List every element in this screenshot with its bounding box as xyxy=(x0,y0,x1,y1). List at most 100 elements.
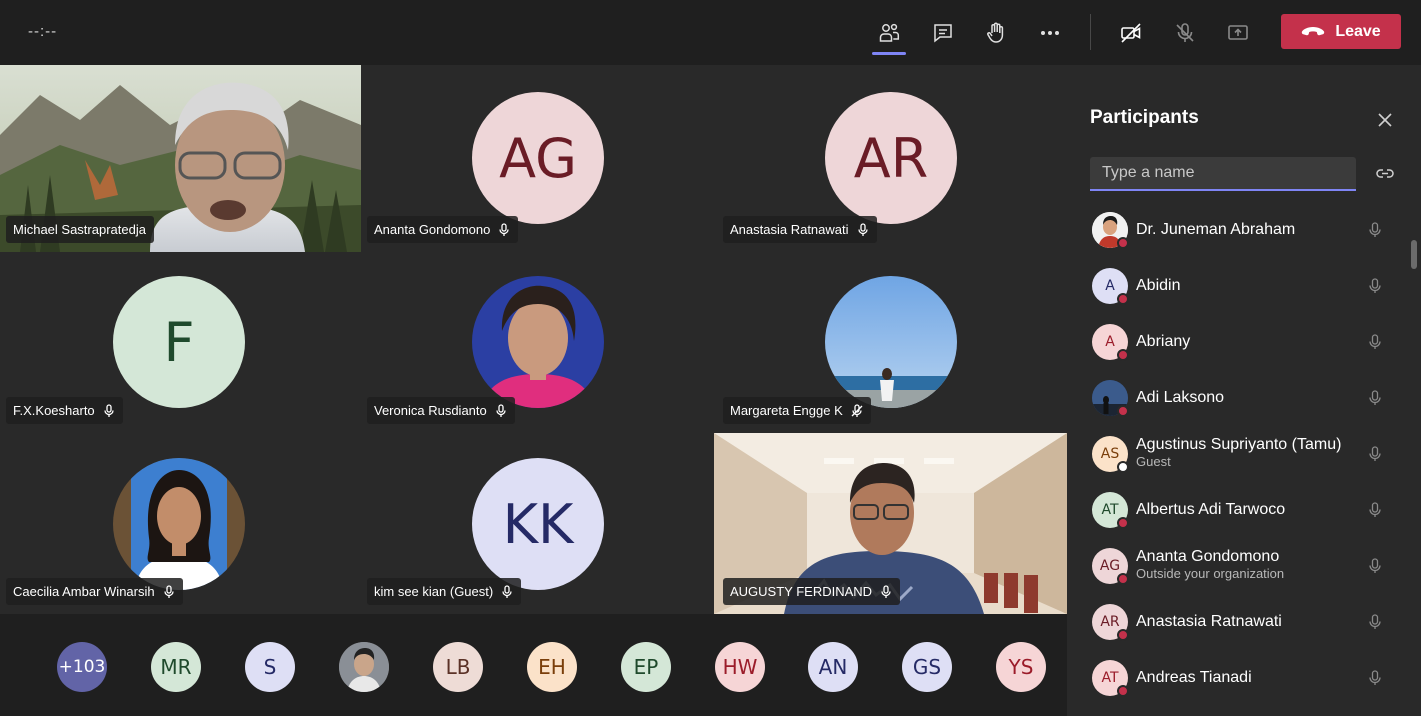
participant-tile[interactable]: AR Anastasia Ratnawati xyxy=(714,65,1067,252)
mic-icon xyxy=(104,403,114,417)
mic-icon xyxy=(1369,222,1381,237)
share-invite-icon[interactable] xyxy=(1375,164,1395,184)
participant-tile[interactable]: Veronica Rusdianto xyxy=(361,252,714,433)
strip-avatar[interactable]: MR xyxy=(151,642,201,692)
share-screen-icon xyxy=(1228,25,1248,40)
participant-row[interactable]: AS Agustinus Supriyanto (Tamu) Guest xyxy=(1067,426,1407,482)
participant-row[interactable]: AT Andreas Tianadi xyxy=(1067,650,1407,706)
chat-button[interactable] xyxy=(926,16,960,50)
participant-row[interactable]: AG Ananta Gondomono Outside your organiz… xyxy=(1067,538,1407,594)
participant-avatar: AG xyxy=(472,92,604,224)
strip-avatar[interactable]: LB xyxy=(433,642,483,692)
strip-avatar[interactable]: S xyxy=(245,642,295,692)
participant-name: Dr. Juneman Abraham xyxy=(1136,221,1296,238)
participant-name: Michael Sastrapratedja xyxy=(13,222,146,237)
participant-name-tag: kim see kian (Guest) xyxy=(367,578,522,605)
participant-name-tag: F.X.Koesharto xyxy=(6,397,123,424)
status-busy-icon xyxy=(1117,517,1129,529)
more-actions-button[interactable] xyxy=(1033,16,1067,50)
participant-tile[interactable]: Michael Sastrapratedja xyxy=(0,65,361,252)
mic-icon xyxy=(1369,278,1381,293)
participant-name-tag: Anastasia Ratnawati xyxy=(723,216,877,243)
hang-up-icon xyxy=(1302,26,1325,35)
participant-name: AUGUSTY FERDINAND xyxy=(730,584,873,599)
strip-avatar[interactable]: EH xyxy=(527,642,577,692)
mic-icon xyxy=(1369,446,1381,461)
participant-name: Andreas Tianadi xyxy=(1136,669,1252,686)
participant-name: Anastasia Ratnawati xyxy=(1136,613,1282,630)
participant-name-tag: Veronica Rusdianto xyxy=(367,397,515,424)
close-icon[interactable] xyxy=(1375,110,1395,130)
video-grid: Michael Sastrapratedja AG Ananta Gondomo… xyxy=(0,65,1067,614)
participant-name: Albertus Adi Tarwoco xyxy=(1136,501,1286,518)
status-busy-icon xyxy=(1117,685,1129,697)
participant-name-tag: Margareta Engge K xyxy=(723,397,871,424)
participants-panel: Participants Dr. Juneman Abraham A Abidi… xyxy=(1067,65,1421,716)
leave-label: Leave xyxy=(1335,22,1381,40)
strip-avatar[interactable]: HW xyxy=(715,642,765,692)
participant-name: Ananta Gondomono xyxy=(374,222,491,237)
participant-row[interactable]: Adi Laksono xyxy=(1067,370,1407,426)
raise-hand-icon xyxy=(987,22,1004,43)
participant-row[interactable]: AR Anastasia Ratnawati xyxy=(1067,594,1407,650)
participant-search-input[interactable] xyxy=(1090,157,1356,191)
mic-icon xyxy=(881,584,891,598)
participant-name-tag: Ananta Gondomono xyxy=(367,216,519,243)
mic-off-icon xyxy=(1176,23,1194,42)
participants-button[interactable] xyxy=(872,16,906,55)
status-busy-icon xyxy=(1117,293,1129,305)
raise-hand-button[interactable] xyxy=(979,16,1013,50)
participant-tile[interactable]: Margareta Engge K xyxy=(714,252,1067,433)
participant-row[interactable]: AT Albertus Adi Tarwoco xyxy=(1067,482,1407,538)
participant-tile[interactable]: KK kim see kian (Guest) xyxy=(361,433,714,614)
participant-name: Margareta Engge K xyxy=(730,403,843,418)
participant-name: Adi Laksono xyxy=(1136,389,1225,406)
participant-name: Agustinus Supriyanto (Tamu) xyxy=(1136,436,1342,453)
participant-tile[interactable]: AG Ananta Gondomono xyxy=(361,65,714,252)
avatar-photo xyxy=(339,642,389,692)
participant-tile[interactable]: Caecilia Ambar Winarsih xyxy=(0,433,361,614)
strip-avatar[interactable]: AN xyxy=(808,642,858,692)
status-busy-icon xyxy=(1117,573,1129,585)
status-busy-icon xyxy=(1117,629,1129,641)
participant-avatar xyxy=(825,276,957,408)
participant-tile[interactable]: AUGUSTY FERDINAND xyxy=(714,433,1067,614)
mic-icon xyxy=(857,222,868,236)
meeting-toolbar: --:-- Leave xyxy=(0,0,1421,64)
toolbar-divider xyxy=(1090,14,1091,50)
strip-avatar[interactable]: EP xyxy=(621,642,671,692)
mic-icon xyxy=(1369,390,1381,405)
participant-name: Ananta Gondomono xyxy=(1136,548,1280,565)
status-offline-icon xyxy=(1117,461,1129,473)
strip-avatar[interactable]: YS xyxy=(996,642,1046,692)
participant-avatar: F xyxy=(113,276,245,408)
more-icon xyxy=(1041,31,1059,35)
participant-name: Veronica Rusdianto xyxy=(374,403,487,418)
participant-row[interactable]: A Abidin xyxy=(1067,258,1407,314)
mic-icon xyxy=(1369,334,1381,349)
camera-off-icon xyxy=(1121,23,1141,43)
leave-button[interactable]: Leave xyxy=(1281,14,1401,49)
mic-icon xyxy=(1369,614,1381,629)
participant-tile[interactable]: F F.X.Koesharto xyxy=(0,252,361,433)
participant-name: Anastasia Ratnawati xyxy=(730,222,849,237)
mic-icon xyxy=(502,584,512,598)
panel-scrollbar[interactable] xyxy=(1411,240,1417,269)
strip-avatar[interactable]: GS xyxy=(902,642,952,692)
mic-icon xyxy=(1369,502,1381,517)
mic-toggle-button[interactable] xyxy=(1168,16,1202,50)
participant-name: Abidin xyxy=(1136,277,1181,294)
status-busy-icon xyxy=(1117,237,1129,249)
share-content-button[interactable] xyxy=(1221,16,1255,50)
participant-avatar: KK xyxy=(472,458,604,590)
participant-list: Dr. Juneman Abraham A Abidin A Abriany A… xyxy=(1067,202,1407,706)
participant-role: Guest xyxy=(1136,454,1171,469)
camera-toggle-button[interactable] xyxy=(1114,16,1148,50)
participant-name-tag: Caecilia Ambar Winarsih xyxy=(6,578,183,605)
participant-row[interactable]: A Abriany xyxy=(1067,314,1407,370)
participant-row[interactable]: Dr. Juneman Abraham xyxy=(1067,202,1407,258)
mic-off-icon xyxy=(851,403,863,417)
chat-icon xyxy=(934,24,952,43)
strip-avatar-photo[interactable] xyxy=(339,642,389,692)
more-participants-button[interactable]: +103 xyxy=(57,642,107,692)
